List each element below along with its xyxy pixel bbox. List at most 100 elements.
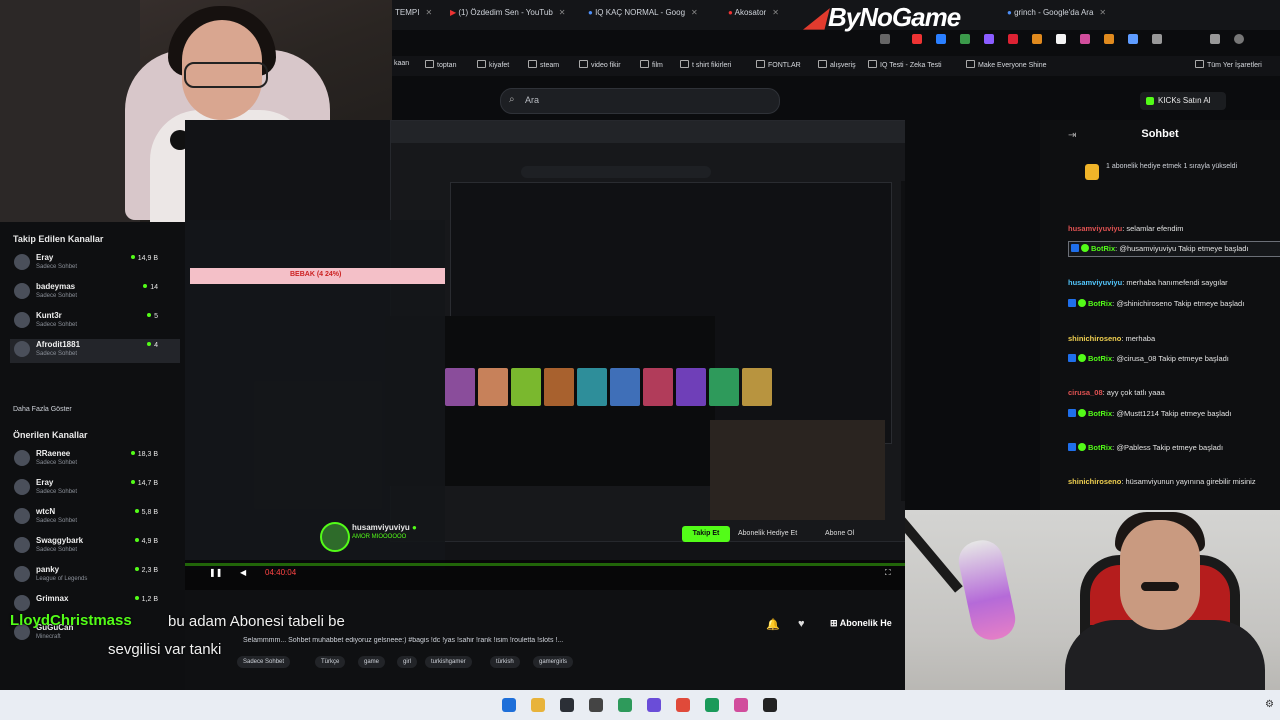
avatar [14, 283, 30, 299]
chat-message: BotRix: @Mustt1214 Takip etmeye başladı [1068, 409, 1278, 419]
followed-channel-item[interactable]: Eray Sadece Sohbet 14,9 B [10, 252, 180, 276]
browser-tab[interactable]: ● Akosator ✕ [728, 8, 779, 17]
bookmark[interactable]: steam [528, 60, 559, 69]
show-more-link[interactable]: Daha Fazla Göster [13, 406, 72, 413]
recommended-channel-item[interactable]: panky League of Legends 2,3 B [10, 564, 180, 588]
tag-chip[interactable]: girl [397, 656, 418, 668]
stream-player[interactable]: ByNoGame BEBAK (4 24%) husamviyuviyu ● A… [185, 120, 905, 590]
folder-icon [528, 60, 537, 68]
bookmark[interactable]: toptan [425, 60, 456, 69]
tag-chip[interactable]: Türkçe [315, 656, 346, 668]
folder-icon [966, 60, 975, 68]
bookmark[interactable]: FONTLAR [756, 60, 801, 69]
recommended-channel-item[interactable]: RRaenee Sadece Sohbet 18,3 B [10, 448, 180, 472]
browser-tab[interactable]: ● grinch - Google'da Ara ✕ [1007, 8, 1106, 17]
bookmark[interactable]: t shirt fikirleri [680, 60, 731, 69]
tag-chip[interactable]: türkish [490, 656, 520, 668]
player-time: 04:40:04 [265, 568, 297, 577]
kick-app-icon[interactable] [705, 698, 719, 712]
profile-avatar[interactable] [1234, 34, 1244, 44]
subscribe-button[interactable]: Abone Ol [825, 526, 854, 542]
bookmark[interactable]: video fikir [579, 60, 621, 69]
extension-icon[interactable] [1104, 34, 1114, 44]
start-icon[interactable] [502, 698, 516, 712]
flame-icon: ◢ [805, 2, 825, 32]
settings-icon[interactable]: ⚙ [1265, 699, 1274, 710]
search-input[interactable]: ⌕ Ara [500, 88, 780, 114]
bookmark[interactable]: film [640, 60, 663, 69]
avatar [14, 450, 30, 466]
chrome-icon[interactable] [676, 698, 690, 712]
chat-message: cirusa_08: ayy çok tatlı yaaa [1068, 388, 1165, 397]
folder-icon [579, 60, 588, 68]
volume-icon[interactable]: ◀ [240, 568, 246, 577]
bookmark[interactable]: Make Everyone Shine [966, 60, 1046, 69]
tag-chip[interactable]: Sadece Sohbet [237, 656, 291, 668]
app-icon[interactable] [618, 698, 632, 712]
fullscreen-icon[interactable]: ⛶ [885, 568, 891, 578]
avatar [14, 595, 30, 611]
followed-channel-item[interactable]: Afrodit1881 Sadece Sohbet 4 [10, 339, 180, 363]
file-explorer-icon[interactable] [531, 698, 545, 712]
streamer-info: husamviyuviyu ● AMOR MIOOOOOO [320, 520, 900, 556]
extension-icon[interactable] [1008, 34, 1018, 44]
menu-icon[interactable] [1210, 34, 1220, 44]
browser-tab[interactable]: TEMPI ✕ [395, 8, 432, 17]
follow-button[interactable]: Takip Et [682, 526, 730, 542]
recommended-channel-item[interactable]: wtcN Sadece Sohbet 5,8 B [10, 506, 180, 530]
followed-channel-item[interactable]: Kunt3r Sadece Sohbet 5 [10, 310, 180, 334]
recommended-channel-item[interactable]: Swaggybark Sadece Sohbet 4,9 B [10, 535, 180, 559]
chat-message: BotRix: @husamviyuviyu Takip etmeye başl… [1068, 241, 1280, 257]
tag-chip[interactable]: turkishgamer [425, 656, 472, 668]
extension-icon[interactable] [960, 34, 970, 44]
overlay-chat-text: bu adam Abonesi tabeli be [168, 613, 345, 630]
chat-message: husamviyuviyu: selamlar efendim [1068, 224, 1184, 233]
terminal-icon[interactable] [589, 698, 603, 712]
discord-icon[interactable] [647, 698, 661, 712]
search-icon: ⌕ [509, 94, 515, 105]
browser-tab[interactable]: ▶ (1) Özdedim Sen - YouTub ✕ [450, 8, 566, 17]
bookmark[interactable]: kiyafet [477, 60, 509, 69]
heart-icon[interactable]: ♥ [798, 618, 805, 630]
followed-channel-item[interactable]: badeymas Sadece Sohbet 14 [10, 281, 180, 305]
buy-kicks-button[interactable]: KICKs Satın Al [1140, 92, 1226, 110]
extension-icon[interactable] [936, 34, 946, 44]
gift-icon [1085, 164, 1099, 180]
folder-icon [425, 60, 434, 68]
bookmark[interactable]: IQ Testi - Zeka Testi [868, 60, 942, 69]
tag-chip[interactable]: gamergirls [533, 656, 574, 668]
extension-icon[interactable] [1032, 34, 1042, 44]
star-icon[interactable] [880, 34, 890, 44]
recommended-channel-item[interactable]: Eray Sadece Sohbet 14,7 B [10, 477, 180, 501]
bookmark[interactable]: alışveriş [818, 60, 856, 69]
microphone-icon [955, 536, 1019, 644]
extension-icon[interactable] [1128, 34, 1138, 44]
bell-icon[interactable]: 🔔 [766, 618, 780, 631]
extension-icon[interactable] [1056, 34, 1066, 44]
nested-webcam [710, 420, 885, 520]
extension-icon[interactable] [1152, 34, 1162, 44]
streamer-avatar[interactable] [320, 522, 350, 552]
chat-message: BotRix: @Pabless Takip etmeye başladı [1068, 443, 1278, 453]
followed-header: Takip Edilen Kanallar [13, 234, 104, 244]
chat-message: BotRix: @shinichiroseno Takip etmeye baş… [1068, 299, 1278, 309]
extension-icon[interactable] [912, 34, 922, 44]
browser-tab[interactable]: ● IQ KAÇ NORMAL - Goog ✕ [588, 8, 698, 17]
avatar [14, 537, 30, 553]
gift-subscription-button[interactable]: Abonelik Hediye Et [738, 526, 797, 542]
obs-icon[interactable] [763, 698, 777, 712]
pause-icon[interactable]: ❚❚ [209, 568, 222, 577]
extension-icon[interactable] [1080, 34, 1090, 44]
recommended-header: Önerilen Kanallar [13, 430, 88, 440]
bookmarks-bar: kaan toptan kiyafet steam video fikir fi… [390, 56, 1280, 76]
bookmark[interactable]: kaan [394, 60, 409, 67]
bookmark[interactable]: Tüm Yer İşaretleri [1195, 60, 1262, 69]
avatar [14, 566, 30, 582]
app-icon[interactable] [734, 698, 748, 712]
tag-chip[interactable]: game [358, 656, 386, 668]
subscribe-button[interactable]: ⊞ Abonelik He [830, 618, 892, 629]
overlay-chat-user: LloydChristmass [10, 612, 132, 629]
steam-icon[interactable] [560, 698, 574, 712]
extension-icon[interactable] [984, 34, 994, 44]
overlay-chat-text: sevgilisi var tanki [108, 641, 222, 658]
